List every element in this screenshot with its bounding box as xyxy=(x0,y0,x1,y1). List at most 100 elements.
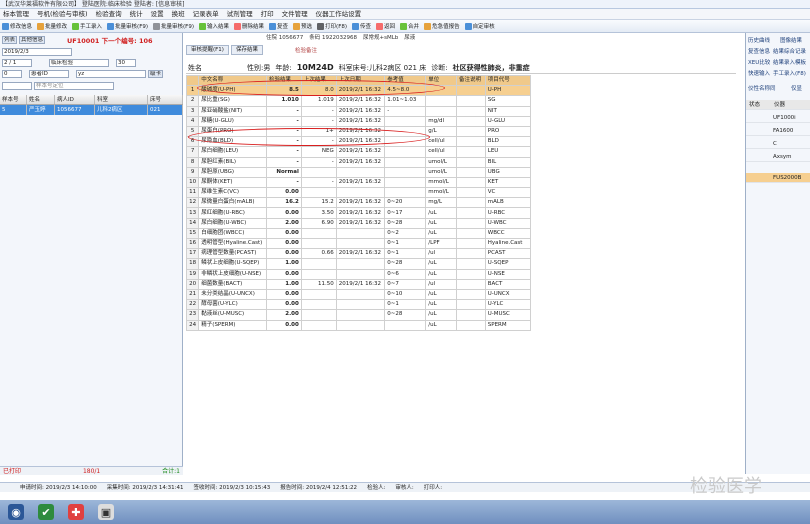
card-button[interactable]: 级卡 xyxy=(148,70,164,78)
same-instrument-checkbox[interactable]: 仪性名称同 xyxy=(748,85,776,94)
result-record-button[interactable]: 结果综合记录 xyxy=(773,48,806,57)
result-row[interactable]: 13 尿红细胞(U-RBC) 0.00 3.50 2019/2/1 16:32 0~17/… xyxy=(185,207,532,219)
result-row[interactable]: 12 尿微量白蛋白(mALB) 16.2 15.2 2019/2/1 16:32 0~20… xyxy=(185,197,532,209)
result-row[interactable]: 20 细菌数量(BACT) 1.00 11.50 2019/2/1 16:32 0~7/u… xyxy=(185,278,532,290)
menu-item[interactable]: 换班 xyxy=(172,9,185,19)
result-row[interactable]: 2 尿比重(SG) 1.010 1.019 2019/2/1 16:32 1.01~1.0… xyxy=(185,95,532,107)
locate-type[interactable] xyxy=(2,82,32,90)
menu-item[interactable]: 统计 xyxy=(130,9,143,19)
medical-app-icon[interactable]: ✚ xyxy=(68,504,84,520)
sample-locate-input[interactable]: 样本号定位 xyxy=(34,82,114,90)
toolbar-button[interactable]: 危急值报告 xyxy=(424,22,460,30)
instrument-row-selected[interactable]: FUS2000B xyxy=(746,173,810,183)
result-row[interactable]: 23 黏液丝(U-MUSC) 2.00 0~28/uL U-MUSC xyxy=(185,309,532,321)
menu-item[interactable]: 检验查询 xyxy=(96,9,122,19)
result-cell[interactable]: 2.00 xyxy=(265,309,302,321)
manual-entry-button[interactable]: 手工录入(F8) xyxy=(773,70,806,79)
result-col-header[interactable]: 备注说明 xyxy=(456,74,486,87)
filter-field[interactable]: 0 xyxy=(2,70,22,78)
toolbar-button[interactable]: 复查 xyxy=(269,22,288,30)
result-row[interactable]: 3 尿亚硝酸盐(NIT) - -2019/2/1 16:32- NIT xyxy=(185,105,532,117)
patient-id-select[interactable]: 患者ID xyxy=(29,70,69,78)
col-header[interactable]: 样本号 xyxy=(0,95,27,104)
history-curve-button[interactable]: 历史曲线 xyxy=(748,37,770,46)
result-row[interactable]: 18 鳞状上皮细胞(U-SQEP) 1.00 0~28/uL U-SQEP xyxy=(185,258,532,270)
window-icon[interactable]: ▣ xyxy=(98,504,114,520)
result-col-header[interactable]: 项目代号 xyxy=(484,74,532,87)
result-row[interactable]: 22 酵母菌(U-YLC) 0.00 0~1/uL U-YLC xyxy=(185,299,532,311)
toolbar-button[interactable]: 手工录入 xyxy=(72,22,102,30)
instrument-row[interactable]: C xyxy=(746,139,810,149)
menu-item[interactable]: 号机(检验与审核) xyxy=(37,9,88,19)
col-header[interactable]: 病人ID xyxy=(55,95,95,104)
result-cell[interactable]: 0.00 xyxy=(265,227,302,240)
menu-item[interactable]: 标本管理 xyxy=(3,9,29,19)
tab-review-reminder[interactable]: 审核提醒(F1) xyxy=(186,45,229,55)
result-row[interactable]: 16 透明管型(Hyaline.Cast) 0.00 0~1/LPF Hyaline.C… xyxy=(185,237,532,250)
tab-list[interactable]: 列表 xyxy=(2,36,18,44)
col-header[interactable]: 床号 xyxy=(148,95,183,104)
instrument-row[interactable]: Axsym xyxy=(746,152,810,162)
toolbar-button[interactable]: 传查 xyxy=(352,22,371,30)
result-row[interactable]: 14 尿白细胞(U-WBC) 2.00 6.90 2019/2/1 16:32 0~28/… xyxy=(185,217,532,229)
instrument-row[interactable]: UF1000i xyxy=(746,113,810,123)
result-row[interactable]: 24 精子(SPERM) 0.00/uL SPERM xyxy=(185,319,532,331)
toolbar-button[interactable]: 批量修改 xyxy=(37,22,67,30)
menu-item[interactable]: 仪器工作站设置 xyxy=(316,9,362,19)
result-row[interactable]: 21 未分类结晶(U-UNCX) 0.00 0~10/uL U-UNCX xyxy=(185,288,532,301)
result-cell[interactable]: 0.00 xyxy=(265,319,302,331)
result-cell[interactable]: 0.00 xyxy=(265,299,302,311)
result-cell[interactable]: - xyxy=(265,176,302,189)
toolbar-button[interactable]: 删除结果 xyxy=(234,22,264,30)
result-cell[interactable]: 0.00 xyxy=(265,288,302,301)
result-row[interactable]: 7 尿白细胞(LEU) - NEG 2019/2/1 16:32 cell/ul LEU xyxy=(185,146,532,158)
col-header[interactable]: 姓名 xyxy=(27,95,55,104)
search-value-field[interactable]: yz xyxy=(76,70,146,78)
image-result-button[interactable]: 图像结果 xyxy=(780,37,802,46)
sample-row[interactable]: 5 严玉婷 1056677 儿科2病区 021 xyxy=(0,105,183,115)
recheck-info-button[interactable]: 复查信息 xyxy=(748,48,770,57)
result-cell[interactable]: - xyxy=(265,146,302,158)
result-row[interactable]: 15 白细胞团(WBCC) 0.00 0~2/uL WBCC xyxy=(185,227,532,240)
tab-save-result[interactable]: 保存结果 xyxy=(230,45,263,55)
result-cell[interactable]: 0.00 xyxy=(265,268,302,280)
result-template-button[interactable]: 结果录入模板 xyxy=(773,59,806,68)
result-cell[interactable]: 1.00 xyxy=(265,278,302,290)
count-field[interactable]: 30 xyxy=(116,59,136,67)
toolbar-button[interactable]: 修改信息 xyxy=(2,22,32,30)
date-field[interactable]: 2019/2/3 xyxy=(2,48,72,56)
result-cell[interactable]: - xyxy=(265,115,302,127)
toolbar-button[interactable]: 输入结果 xyxy=(198,22,229,30)
result-cell[interactable]: 16.2 xyxy=(265,197,302,209)
app-icon[interactable]: ✔ xyxy=(38,504,54,520)
toolbar-button[interactable]: 预选 xyxy=(293,22,312,30)
result-cell[interactable]: 1.00 xyxy=(265,258,302,270)
show-only-checkbox[interactable]: 仅显 xyxy=(791,85,802,94)
toolbar-button[interactable]: 批量审核(F9) xyxy=(153,22,194,30)
result-row[interactable]: 4 尿糖(U-GLU) - -2019/2/1 16:32 mg/dl U-GLU xyxy=(185,115,532,127)
menu-item[interactable]: 文件管理 xyxy=(282,9,308,19)
result-row[interactable]: 19 非鳞状上皮细胞(U-NSE) 0.00 0~6/uL U-NSE xyxy=(185,268,532,280)
result-cell[interactable]: - xyxy=(265,156,302,168)
result-row[interactable]: 11 尿维生素C(VC) 0.00 mmol/L VC xyxy=(185,187,532,199)
menu-item[interactable]: 设置 xyxy=(151,9,164,19)
toolbar-button[interactable]: 合并 xyxy=(400,22,419,30)
result-cell[interactable]: 0.00 xyxy=(265,248,302,260)
tab-other-info[interactable]: 其他信息 xyxy=(19,36,46,44)
sample-range-field[interactable]: 2 / 1 xyxy=(2,59,32,67)
result-cell[interactable]: Normal xyxy=(265,166,302,178)
result-cell[interactable]: 0.00 xyxy=(265,207,302,219)
toolbar-button[interactable]: 批量审核(F9) xyxy=(107,22,148,30)
instrument-row[interactable]: FA1600 xyxy=(746,126,810,136)
result-cell[interactable]: 2.00 xyxy=(265,217,302,229)
start-icon[interactable]: ◉ xyxy=(8,504,24,520)
test-type-select[interactable]: 临床检验 xyxy=(49,59,109,67)
result-row[interactable]: 17 病理管型数量(PCAST) 0.00 0.66 2019/2/1 16:32 0~1… xyxy=(185,248,532,260)
toolbar-button[interactable]: 自定审核 xyxy=(464,22,495,30)
col-header[interactable]: 科室 xyxy=(95,95,148,104)
result-row[interactable]: 10 尿酮体(KET) - -2019/2/1 16:32 mmol/L KET xyxy=(185,176,532,189)
menu-item[interactable]: 打印 xyxy=(261,9,274,19)
result-cell[interactable]: - xyxy=(265,105,302,117)
result-row[interactable]: 9 尿胆原(UBG) Normal umol/L UBG xyxy=(185,166,532,178)
result-cell[interactable]: 1.010 xyxy=(265,95,302,107)
